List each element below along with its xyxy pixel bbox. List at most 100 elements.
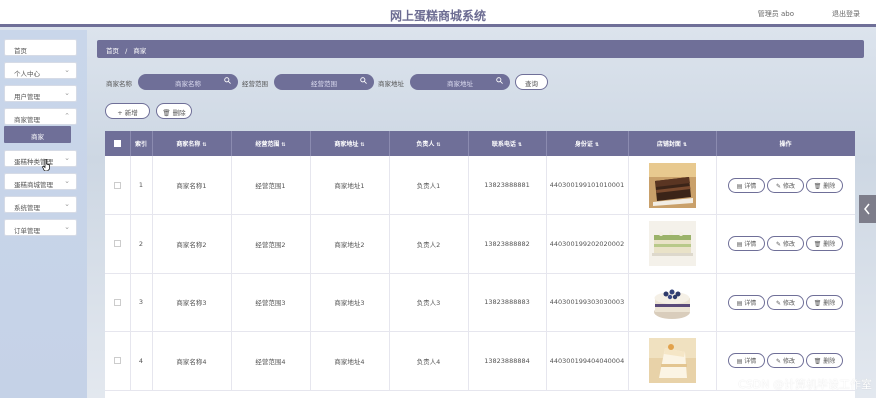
cell-merchant-name: 商家名称4 [152,331,232,391]
detail-button[interactable]: ▤ 详情 [728,236,765,252]
pencil-icon: ✎ [776,241,783,249]
cell-phone: 13823888884 [468,331,547,391]
row-checkbox[interactable] [113,357,121,365]
matcha-cake-image[interactable] [648,221,696,267]
sort-icon[interactable]: ⇅ [595,142,599,148]
cell-id-card: 440300199303030003 [546,273,629,332]
delete-button[interactable]: 🗑 删除 [806,236,843,252]
chevron-down-icon: ⌄ [64,154,70,162]
row-checkbox[interactable] [113,298,121,306]
row-checkbox[interactable] [113,240,121,248]
collapse-tab[interactable] [859,195,876,223]
header-owner[interactable]: 负责人 ⇅ [389,131,469,156]
sort-icon[interactable]: ⇅ [436,142,440,148]
sidebar-item-label: 系统管理 [14,204,40,212]
header-phone[interactable]: 联系电话 ⇅ [468,131,547,156]
watermark: CSDN @计算机毕设工作室 [738,378,872,391]
cell-business-scope: 经营范围4 [231,331,311,391]
delete-button[interactable]: 🗑 删除 [806,353,843,369]
blueberry-cake-image[interactable] [648,279,696,325]
sort-icon[interactable]: ⇅ [683,142,687,148]
edit-button[interactable]: ✎ 修改 [767,177,804,193]
breadcrumb: 首页 / 商家 [97,40,864,58]
cell-index: 3 [130,273,153,332]
sidebar-item-personal-center[interactable]: 个人中心 ⌄ [4,62,77,79]
cell-phone: 13823888881 [468,156,547,215]
breadcrumb-separator: / [125,47,128,55]
cell-actions: ▤ 详情 ✎ 修改 🗑 删除 [716,156,855,215]
admin-label: 管理员 abo [757,10,794,18]
sidebar-item-orders[interactable]: 订单管理 ⌄ [4,219,77,236]
cell-merchant-name: 商家名称3 [152,273,232,332]
cell-store-cover [628,214,717,274]
sidebar-item-label: 首页 [14,47,27,55]
sidebar-item-merchant-management[interactable]: 商家管理 ⌃ [4,108,77,125]
delete-selected-label: 删除 [172,109,186,117]
search-icon [360,77,367,84]
cell-store-cover [628,156,717,215]
pencil-icon: ✎ [776,299,783,307]
row-checkbox[interactable] [113,181,121,189]
header-merchant-name[interactable]: 商家名称 ⇅ [152,131,232,156]
sidebar-item-home[interactable]: 首页 [4,39,77,56]
cell-id-card: 440300199101010001 [546,156,629,215]
sort-icon[interactable]: ⇅ [202,142,206,148]
detail-button[interactable]: ▤ 详情 [728,177,765,193]
header-index: 索引 [130,131,153,156]
edit-button[interactable]: ✎ 修改 [767,353,804,369]
select-all-checkbox[interactable] [113,140,121,147]
breadcrumb-home[interactable]: 首页 [106,47,119,55]
header-merchant-address[interactable]: 商家地址 ⇅ [310,131,390,156]
app-title: 网上蛋糕商城系统 [389,9,486,23]
chevron-down-icon: ⌄ [64,223,70,231]
header-actions: 操作 [716,131,855,156]
search-icon [224,77,231,84]
cell-business-scope: 经营范围2 [231,214,311,274]
edit-button[interactable]: ✎ 修改 [767,294,804,310]
trash-icon: 🗑 [813,182,824,190]
merchant-name-label: 商家名称 [106,80,132,88]
sidebar-item-label: 订单管理 [14,227,40,235]
table-header-row: 索引 商家名称 ⇅ 经营范围 ⇅ 商家地址 ⇅ 负责人 ⇅ 联系电话 ⇅ 身份证 ⇅ 店铺封… [105,131,855,156]
sort-icon[interactable]: ⇅ [518,142,522,148]
submenu-item-merchant[interactable]: 商家 [4,126,71,143]
sort-icon[interactable]: ⇅ [281,142,285,148]
detail-button[interactable]: ▤ 详情 [728,353,765,369]
search-icon [496,77,503,84]
merchant-name-input[interactable]: 商家名称 [138,74,238,90]
trash-icon: 🗑 [813,358,824,366]
detail-button[interactable]: ▤ 详情 [728,294,765,310]
header-business-scope[interactable]: 经营范围 ⇅ [231,131,311,156]
sidebar-item-system[interactable]: 系统管理 ⌄ [4,196,77,213]
cell-store-cover [628,331,717,391]
cell-owner: 负责人2 [389,214,469,274]
cell-merchant-name: 商家名称2 [152,214,232,274]
logout-link[interactable]: 退出登录 [832,9,860,19]
cell-phone: 13823888883 [468,273,547,332]
delete-selected-button[interactable]: 🗑 删除 [156,103,192,119]
query-button[interactable]: 查询 [515,74,548,90]
cell-actions: ▤ 详情 ✎ 修改 🗑 删除 [716,214,855,274]
cream-cake-image[interactable] [648,338,696,384]
add-button[interactable]: + 新增 [105,103,150,119]
chocolate-cake-image[interactable] [648,162,696,208]
cell-owner: 负责人1 [389,156,469,215]
merchant-name-placeholder: 商家名称 [175,80,201,88]
delete-button[interactable]: 🗑 删除 [806,177,843,193]
trash-icon: 🗑 [162,109,171,117]
delete-button[interactable]: 🗑 删除 [806,294,843,310]
cell-id-card: 440300199202020002 [546,214,629,274]
chevron-down-icon: ⌄ [64,177,70,185]
table-row: 1 商家名称1 经营范围1 商家地址1 负责人1 13823888881 440… [105,156,855,215]
sidebar-item-cake-category[interactable]: 蛋糕种类管理 ⌄ [4,150,77,167]
edit-button[interactable]: ✎ 修改 [767,236,804,252]
sidebar-item-user-management[interactable]: 用户管理 ⌄ [4,85,77,102]
sidebar-item-cake-mall[interactable]: 蛋糕商城管理 ⌄ [4,173,77,190]
sidebar-item-label: 商家管理 [14,116,40,124]
header-store-cover[interactable]: 店铺封面 ⇅ [628,131,717,156]
header-id-card[interactable]: 身份证 ⇅ [546,131,629,156]
business-scope-input[interactable]: 经营范围 [274,74,374,90]
sort-icon[interactable]: ⇅ [360,142,364,148]
merchant-address-input[interactable]: 商家地址 [410,74,510,90]
sidebar-item-label: 用户管理 [14,93,40,101]
